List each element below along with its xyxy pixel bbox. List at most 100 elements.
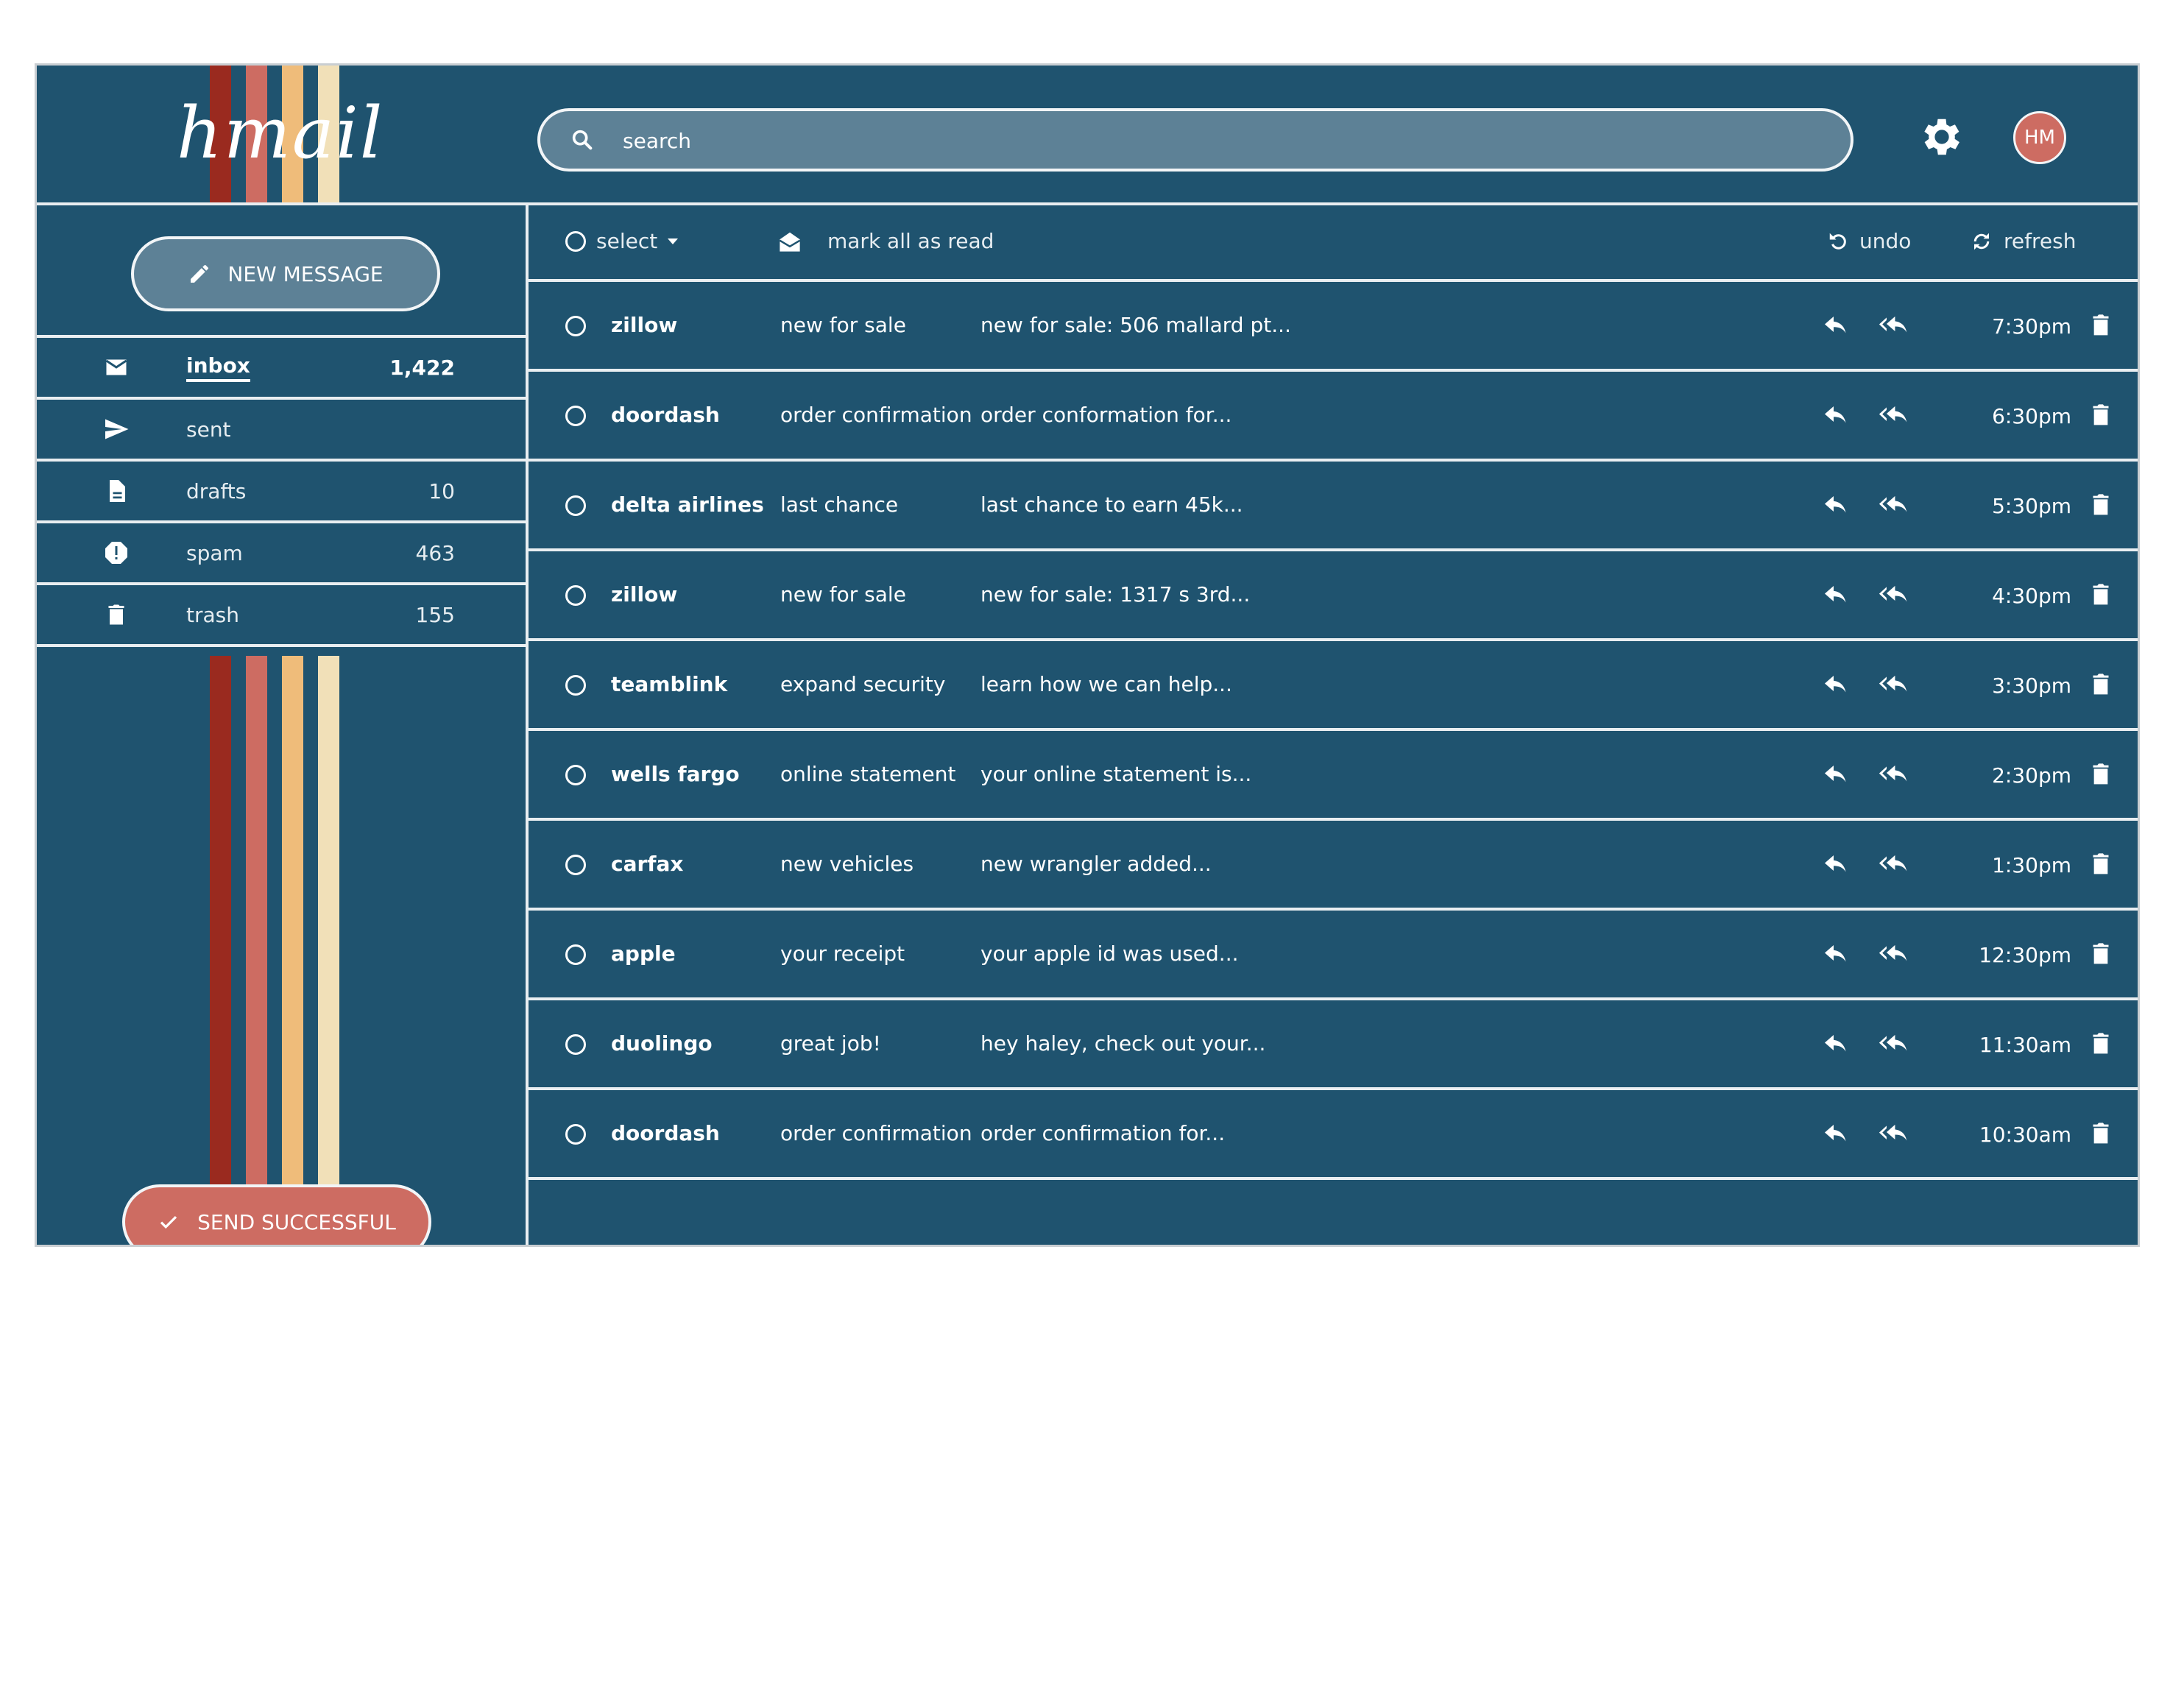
email-row[interactable]: carfax new vehicles new wrangler added... 1… <box>529 821 2138 911</box>
email-checkbox[interactable] <box>565 765 586 785</box>
sidebar-item-count: 1,422 <box>389 355 455 380</box>
reply-icon[interactable] <box>1823 943 1849 966</box>
undo-button[interactable]: undo <box>1827 229 1911 253</box>
gear-icon[interactable] <box>1918 113 1966 161</box>
email-subject: great job! <box>780 1031 881 1056</box>
chevron-down-icon <box>668 238 679 244</box>
email-preview: new for sale: 506 mallard pt... <box>980 313 1291 337</box>
trash-icon[interactable] <box>2091 1121 2111 1146</box>
avatar[interactable]: HM <box>2013 111 2066 164</box>
email-checkbox[interactable] <box>565 1034 586 1055</box>
email-subject: order confirmation <box>780 1121 972 1145</box>
trash-icon[interactable] <box>2091 941 2111 966</box>
email-checkbox[interactable] <box>565 944 586 965</box>
app-logo[interactable]: hmail <box>177 92 384 174</box>
trash-icon[interactable] <box>2091 492 2111 517</box>
trash-icon[interactable] <box>2091 582 2111 607</box>
reply-all-icon[interactable] <box>1877 1123 1911 1146</box>
email-time: 11:30am <box>1979 1033 2071 1057</box>
reply-all-icon[interactable] <box>1877 674 1911 697</box>
search-icon <box>572 130 593 150</box>
email-row[interactable]: doordash order confirmation order conforma… <box>529 372 2138 462</box>
email-row[interactable]: apple your receipt your apple id was used.… <box>529 911 2138 1000</box>
reply-all-icon[interactable] <box>1877 853 1911 877</box>
list-toolbar: select mark all as read undo refresh <box>529 205 2138 282</box>
sidebar-item-count: 463 <box>415 540 455 565</box>
select-all-checkbox[interactable] <box>565 230 586 252</box>
email-sender: carfax <box>611 852 684 876</box>
email-time: 4:30pm <box>1992 584 2071 608</box>
select-dropdown[interactable]: select <box>565 229 679 253</box>
reply-icon[interactable] <box>1823 404 1849 428</box>
email-row[interactable]: zillow new for sale new for sale: 1317 s 3… <box>529 551 2138 641</box>
sidebar-item-count: 10 <box>428 478 455 503</box>
undo-label: undo <box>1859 229 1912 253</box>
email-checkbox[interactable] <box>565 1124 586 1145</box>
reply-all-icon[interactable] <box>1877 943 1911 966</box>
email-subject: online statement <box>780 762 956 786</box>
email-row[interactable]: duolingo great job! hey haley, check out y… <box>529 1000 2138 1090</box>
trash-icon[interactable] <box>2091 403 2111 428</box>
email-preview: hey haley, check out your... <box>980 1031 1266 1056</box>
reply-all-icon[interactable] <box>1877 763 1911 787</box>
trash-icon[interactable] <box>2091 852 2111 877</box>
trash-icon <box>108 604 124 625</box>
email-checkbox[interactable] <box>565 495 586 516</box>
email-row[interactable]: doordash order confirmation order confirma… <box>529 1090 2138 1180</box>
email-subject: last chance <box>780 492 899 517</box>
email-row[interactable]: delta airlines last chance last chance to … <box>529 462 2138 551</box>
search-input[interactable] <box>621 111 1802 170</box>
reply-icon[interactable] <box>1823 853 1849 877</box>
email-checkbox[interactable] <box>565 316 586 336</box>
sidebar-item-label: sent <box>186 417 231 442</box>
reply-all-icon[interactable] <box>1877 494 1911 517</box>
email-preview: learn how we can help... <box>980 672 1232 696</box>
new-message-button[interactable]: NEW MESSAGE <box>131 236 440 311</box>
checkmark-icon <box>160 1215 177 1229</box>
refresh-icon <box>1973 233 1990 250</box>
email-row[interactable]: zillow new for sale new for sale: 506 mall… <box>529 282 2138 372</box>
email-row[interactable]: teamblink expand security learn how we can… <box>529 641 2138 731</box>
open-envelope-icon <box>779 232 801 252</box>
sidebar: NEW MESSAGE inbox 1,422 sent drafts 10 s… <box>37 205 529 1245</box>
trash-icon[interactable] <box>2091 1031 2111 1056</box>
email-checkbox[interactable] <box>565 855 586 875</box>
trash-icon[interactable] <box>2091 762 2111 787</box>
toast-label: SEND SUCCESSFUL <box>197 1209 396 1234</box>
sidebar-item-inbox[interactable]: inbox 1,422 <box>37 335 526 397</box>
sidebar-item-spam[interactable]: spam 463 <box>37 520 526 582</box>
mark-all-read-button[interactable]: mark all as read <box>777 229 994 253</box>
sidebar-item-label: drafts <box>186 478 247 503</box>
trash-icon[interactable] <box>2091 672 2111 697</box>
email-row[interactable]: wells fargo online statement your online s… <box>529 731 2138 821</box>
reply-icon[interactable] <box>1823 314 1849 338</box>
reply-icon[interactable] <box>1823 494 1849 517</box>
mark-all-read-label: mark all as read <box>827 229 994 253</box>
refresh-button[interactable]: refresh <box>1970 229 2076 253</box>
email-time: 6:30pm <box>1992 404 2071 428</box>
email-time: 3:30pm <box>1992 674 2071 698</box>
reply-icon[interactable] <box>1823 584 1849 607</box>
search-bar[interactable] <box>537 108 1853 172</box>
email-checkbox[interactable] <box>565 406 586 426</box>
email-time: 5:30pm <box>1992 494 2071 518</box>
email-checkbox[interactable] <box>565 675 586 696</box>
document-icon <box>110 480 125 502</box>
trash-icon[interactable] <box>2091 313 2111 338</box>
reply-icon[interactable] <box>1823 1033 1849 1056</box>
email-time: 12:30pm <box>1979 943 2071 967</box>
reply-all-icon[interactable] <box>1877 404 1911 428</box>
reply-all-icon[interactable] <box>1877 584 1911 607</box>
reply-all-icon[interactable] <box>1877 1033 1911 1056</box>
email-checkbox[interactable] <box>565 585 586 606</box>
sidebar-item-drafts[interactable]: drafts 10 <box>37 459 526 520</box>
sidebar-item-sent[interactable]: sent <box>37 397 526 459</box>
refresh-label: refresh <box>2004 229 2077 253</box>
reply-icon[interactable] <box>1823 1123 1849 1146</box>
sidebar-item-label: inbox <box>186 353 250 382</box>
email-sender: doordash <box>611 1121 720 1145</box>
reply-icon[interactable] <box>1823 763 1849 787</box>
reply-icon[interactable] <box>1823 674 1849 697</box>
sidebar-item-trash[interactable]: trash 155 <box>37 582 526 647</box>
reply-all-icon[interactable] <box>1877 314 1911 338</box>
